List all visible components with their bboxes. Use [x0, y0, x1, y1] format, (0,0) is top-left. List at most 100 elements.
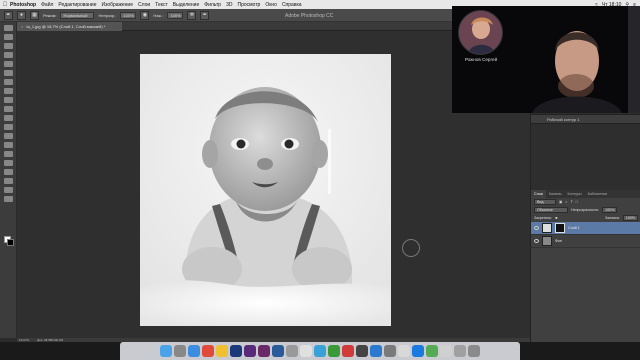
opacity-label: Непрозрачность: [571, 208, 600, 212]
menu-3d[interactable]: 3D [226, 2, 232, 8]
document-tab[interactable]: × Ia_1.jpg @ 16,7% (Слой 1, Слой-маска/8… [17, 22, 122, 31]
type-tool[interactable] [4, 160, 13, 166]
menu-layers[interactable]: Слои [138, 2, 150, 8]
brush-size-icon[interactable]: ● [17, 10, 26, 20]
marquee-tool[interactable] [4, 34, 13, 40]
menu-edit[interactable]: Редактирование [58, 2, 96, 8]
hand-tool[interactable] [4, 187, 13, 193]
photoshop-icon[interactable] [230, 345, 242, 357]
path-item-label: Рабочий контур 1 [547, 116, 580, 122]
lock-icon[interactable]: ■ [555, 216, 557, 220]
filter-adjust-icon[interactable]: ◐ [565, 200, 567, 204]
gradient-tool[interactable] [4, 124, 13, 130]
tab-libraries[interactable]: Библиотеки [585, 192, 610, 196]
presenter-name: Рожнов Сергей [464, 57, 498, 62]
app-icon-13[interactable] [328, 345, 340, 357]
app-icon-22[interactable] [454, 345, 466, 357]
dodge-tool[interactable] [4, 142, 13, 148]
opacity-field[interactable]: 100% [120, 11, 137, 19]
lock-label: Закрепить: [534, 216, 553, 220]
safari-icon[interactable] [188, 345, 200, 357]
app-icon-14[interactable] [342, 345, 354, 357]
layer-thumbnail[interactable] [542, 236, 552, 246]
move-tool[interactable] [4, 25, 13, 31]
yandex-icon[interactable] [216, 345, 228, 357]
eraser-tool[interactable] [4, 115, 13, 121]
history-brush-tool[interactable] [4, 106, 13, 112]
menu-file[interactable]: Файл [41, 2, 53, 8]
filter-pixel-icon[interactable]: ▣ [559, 200, 562, 204]
crop-tool[interactable] [4, 61, 13, 67]
menu-window[interactable]: Окно [265, 2, 277, 8]
path-item[interactable]: Рабочий контур 1 [531, 114, 640, 124]
app-icon-21[interactable] [440, 345, 452, 357]
app-icon-18[interactable] [398, 345, 410, 357]
app-icon-12[interactable] [314, 345, 326, 357]
menu-select[interactable]: Выделение [173, 2, 200, 8]
layer-name: Фон [555, 239, 562, 243]
layer-filter-row: Вид ▣ ◐ T □ [531, 198, 640, 206]
app-icon-19[interactable] [412, 345, 424, 357]
healing-tool[interactable] [4, 79, 13, 85]
dock [120, 342, 520, 360]
background-color-swatch[interactable] [7, 239, 14, 246]
brush-preset-icon[interactable]: ✒ [4, 10, 13, 20]
tab-layers[interactable]: Слои [531, 190, 546, 198]
layer-opacity-field[interactable]: 100% [602, 207, 618, 213]
app-icon-11[interactable] [300, 345, 312, 357]
menu-image[interactable]: Изображение [102, 2, 134, 8]
layer-row-background[interactable]: Фон [531, 235, 640, 248]
brush-tool[interactable] [4, 88, 13, 94]
pressure-opacity-icon[interactable]: ◉ [140, 10, 150, 20]
zoom-tool[interactable] [4, 196, 13, 202]
presenter-avatar [458, 10, 503, 55]
tab-paths[interactable]: Контуры [565, 192, 585, 196]
menu-text[interactable]: Текст [155, 2, 168, 8]
tab-channels[interactable]: Каналы [546, 192, 565, 196]
trash-icon[interactable] [468, 345, 480, 357]
window-title: Adobe Photoshop CC [285, 12, 334, 19]
menu-filter[interactable]: Фильтр [204, 2, 221, 8]
layer-thumbnail[interactable] [542, 223, 552, 233]
visibility-eye-icon[interactable] [534, 239, 539, 243]
lightroom-icon[interactable] [272, 345, 284, 357]
blur-tool[interactable] [4, 133, 13, 139]
app-icon-16[interactable] [370, 345, 382, 357]
flow-field[interactable]: 100% [167, 11, 184, 19]
app-icon-20[interactable] [426, 345, 438, 357]
blend-mode-select[interactable]: Обычные [534, 207, 568, 213]
shape-tool[interactable] [4, 178, 13, 184]
app-icon-17[interactable] [384, 345, 396, 357]
brush-panel-icon[interactable]: ▦ [30, 10, 39, 20]
premiere-icon[interactable] [244, 345, 256, 357]
system-prefs-icon[interactable] [286, 345, 298, 357]
pressure-size-icon[interactable]: ✒ [200, 10, 210, 20]
apple-icon[interactable]:  [0, 2, 10, 8]
launchpad-icon[interactable] [174, 345, 186, 357]
path-select-tool[interactable] [4, 169, 13, 175]
filter-shape-icon[interactable]: □ [576, 200, 578, 204]
after-effects-icon[interactable] [258, 345, 270, 357]
airbrush-icon[interactable]: ✻ [187, 10, 197, 20]
pen-tool[interactable] [4, 151, 13, 157]
mode-select[interactable]: Нормальный [60, 11, 95, 19]
document-image[interactable] [140, 54, 391, 326]
menu-help[interactable]: Справка [282, 2, 302, 8]
filter-type-icon[interactable]: T [571, 200, 573, 204]
chrome-icon[interactable] [202, 345, 214, 357]
lasso-tool[interactable] [4, 43, 13, 49]
app-menu[interactable]: Photoshop [10, 2, 36, 8]
menu-view[interactable]: Просмотр [237, 2, 260, 8]
visibility-eye-icon[interactable] [534, 226, 539, 230]
finder-icon[interactable] [160, 345, 172, 357]
eyedropper-tool[interactable] [4, 70, 13, 76]
clone-stamp-tool[interactable] [4, 97, 13, 103]
fill-field[interactable]: 100% [622, 215, 638, 221]
layer-kind-select[interactable]: Вид [534, 199, 556, 205]
close-tab-icon[interactable]: × [21, 24, 23, 29]
document-tab-label: Ia_1.jpg @ 16,7% (Слой 1, Слой-маска/8) … [26, 24, 106, 29]
app-icon-15[interactable] [356, 345, 368, 357]
quick-select-tool[interactable] [4, 52, 13, 58]
layer-row-layer1[interactable]: Слой 1 [531, 222, 640, 235]
layer-mask-thumbnail[interactable] [555, 223, 565, 233]
